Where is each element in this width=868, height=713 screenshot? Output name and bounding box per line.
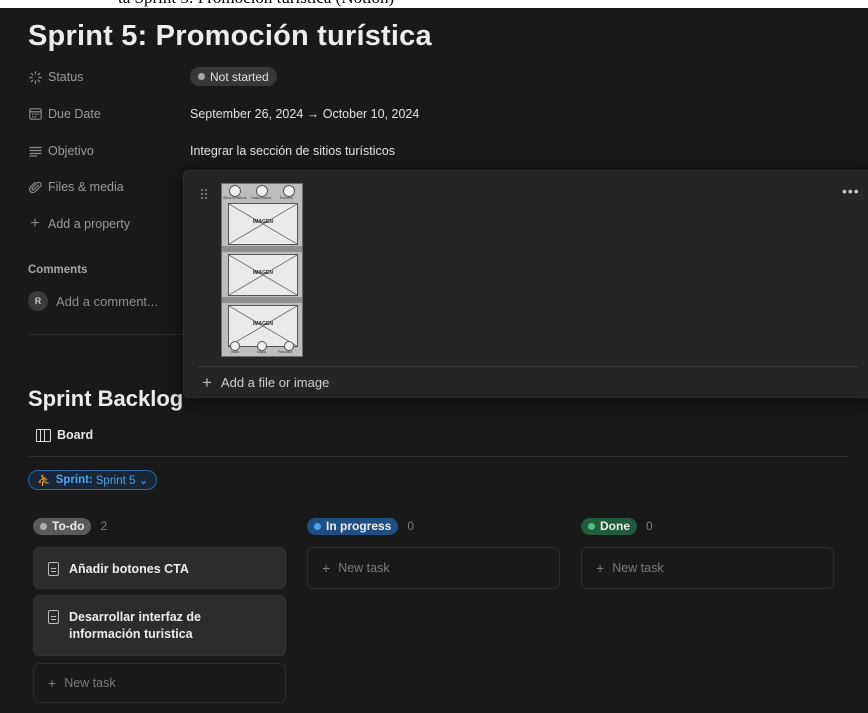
new-task-label: New task [64, 676, 116, 690]
column-name: To-do [52, 519, 85, 533]
property-label: Objetivo [48, 144, 94, 158]
add-property-button[interactable]: + Add a property [28, 212, 130, 236]
due-date-value[interactable]: September 26, 2024 → October 10, 2024 [190, 107, 419, 121]
thumb-nav-label: Gastronomía [251, 196, 272, 200]
thumb-nav-label: Eventos [280, 196, 293, 200]
status-value: Not started [210, 69, 269, 84]
objetivo-value[interactable]: Integrar la sección de sitios turísticos [190, 144, 395, 158]
add-file-button[interactable]: + Add a file or image [202, 372, 330, 392]
image-placeholder: IMAGEN [228, 203, 298, 245]
column-header-in-progress[interactable]: In progress 0 [307, 517, 414, 535]
page-icon [48, 562, 59, 576]
property-files-row[interactable]: Files & media [28, 175, 124, 199]
image-placeholder-label: IMAGEN [253, 219, 273, 225]
column-header-done[interactable]: Done 0 [581, 517, 653, 535]
task-title: Añadir botones CTA [69, 562, 189, 576]
page-icon [48, 610, 59, 624]
comment-input[interactable]: R Add a comment... [28, 291, 158, 311]
status-dot [198, 73, 205, 80]
column-dot [314, 522, 321, 530]
column-name: In progress [326, 519, 392, 533]
property-status-row[interactable]: Status [28, 65, 83, 89]
image-placeholder-label: IMAGEN [253, 270, 273, 276]
column-count: 2 [100, 519, 108, 533]
image-placeholder-label: IMAGEN [253, 321, 273, 327]
plus-icon: + [322, 560, 331, 576]
filter-value: Sprint 5 ⌄ [95, 475, 149, 487]
column-header-todo[interactable]: To-do 2 [33, 517, 107, 535]
calendar-icon [28, 107, 42, 121]
image-placeholder: IMAGEN [228, 254, 298, 296]
property-label: Files & media [48, 180, 124, 194]
image-thumbnail[interactable]: Sitios turísticos Gastronomía Eventos IM… [221, 183, 303, 357]
property-label: Status [48, 70, 84, 84]
column-count: 0 [646, 519, 653, 533]
page-title[interactable]: Sprint 5: Promoción turística [28, 20, 432, 53]
plus-icon: + [596, 560, 605, 576]
task-card[interactable]: Añadir botones CTA [33, 547, 286, 589]
plus-icon: + [30, 215, 40, 232]
new-task-button[interactable]: + New task [307, 547, 560, 589]
column-dot [588, 522, 595, 530]
new-task-button[interactable]: + New task [581, 547, 834, 589]
column-pill: To-do [33, 517, 92, 535]
plus-icon: + [202, 372, 212, 392]
column-pill: Done [581, 517, 637, 535]
thumb-nav-label: Sitios turísticos [223, 196, 247, 200]
comment-placeholder: Add a comment... [56, 293, 158, 309]
divider [198, 366, 858, 367]
more-options-icon[interactable]: ••• [842, 183, 860, 199]
text-lines-icon [28, 144, 42, 158]
divider [28, 334, 188, 335]
column-pill: In progress [307, 517, 399, 535]
task-title: Desarrollar interfaz de información turi… [69, 610, 201, 641]
column-name: Done [600, 519, 630, 533]
divider [28, 456, 848, 457]
add-property-label: Add a property [48, 217, 130, 231]
drag-handle-icon[interactable] [200, 188, 210, 202]
tab-board[interactable]: Board [36, 428, 93, 442]
new-task-button[interactable]: + New task [33, 663, 286, 703]
section-title[interactable]: Sprint Backlog [28, 386, 183, 412]
new-task-label: New task [612, 561, 664, 575]
tab-board-label: Board [57, 428, 94, 442]
board-icon [36, 428, 51, 442]
property-objetivo-row[interactable]: Objetivo [28, 139, 94, 163]
status-badge[interactable]: Not started [190, 67, 277, 86]
property-label: Due Date [48, 107, 101, 121]
sprint-filter[interactable]: ⛹ Sprint: Sprint 5 ⌄ [28, 470, 158, 490]
add-file-label: Add a file or image [220, 375, 330, 390]
comments-heading: Comments [28, 264, 88, 276]
new-task-label: New task [338, 561, 390, 575]
column-count: 0 [407, 519, 415, 533]
property-due-date-row[interactable]: Due Date [28, 102, 101, 126]
plus-icon: + [48, 675, 57, 691]
browser-strip-text: ta Sprint 5: Promoción turística (Notion… [118, 0, 394, 8]
paperclip-icon [28, 180, 42, 194]
browser-strip: ta Sprint 5: Promoción turística (Notion… [0, 0, 868, 8]
thumb-nav-label: Inicio [231, 350, 240, 354]
thumb-nav-label: Favoritos [278, 350, 293, 354]
column-dot [40, 522, 47, 530]
files-media-popup: ••• Sitios turísticos Gastronomía Evento… [183, 170, 868, 398]
status-icon [28, 70, 42, 84]
thumb-nav-label: Mapa [257, 350, 266, 354]
thumb-band [222, 246, 302, 252]
sprint-icon: ⛹ [37, 474, 51, 487]
filter-label: Sprint: [55, 474, 93, 486]
thumb-band [222, 297, 302, 303]
task-card[interactable]: Desarrollar interfaz de información turi… [33, 595, 286, 656]
avatar: R [28, 291, 48, 311]
